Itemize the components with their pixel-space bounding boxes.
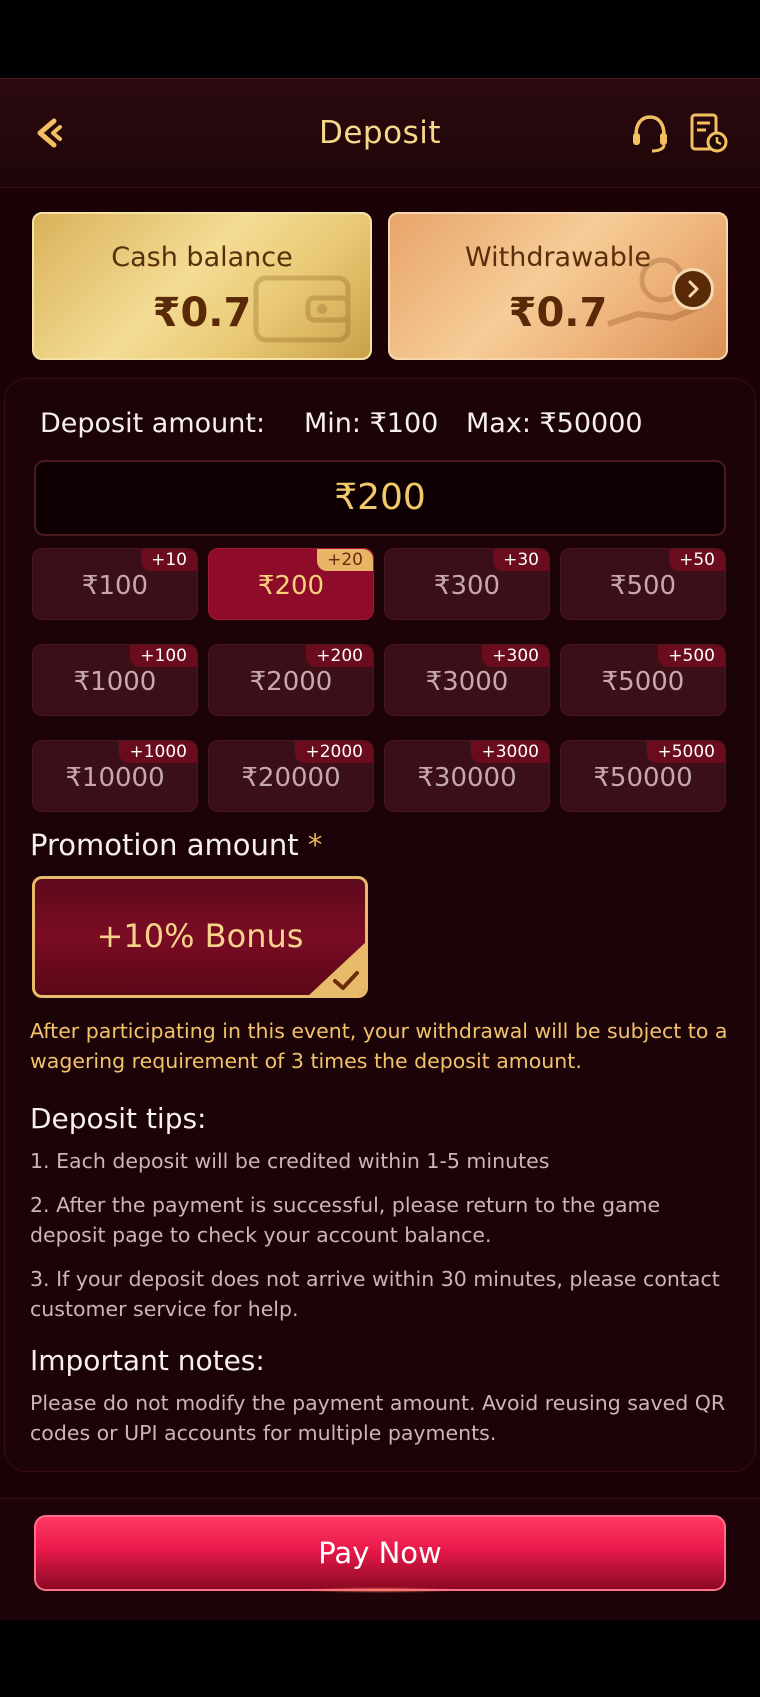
amount-option-bonus: +5000 (647, 741, 725, 763)
amount-option-bonus: +500 (658, 645, 725, 667)
amount-option-value: ₹5000 (601, 667, 685, 697)
amount-option[interactable]: +300 ₹3000 (384, 644, 550, 716)
cash-balance-label: Cash balance (111, 242, 293, 273)
deposit-tip-3: 3. If your deposit does not arrive withi… (30, 1267, 720, 1321)
header: Deposit (0, 78, 760, 188)
amount-option-value: ₹1000 (73, 667, 157, 697)
system-navigation-bar (0, 1620, 760, 1697)
amount-option[interactable]: +10 ₹100 (32, 548, 198, 620)
pay-now-button[interactable]: Pay Now (34, 1515, 726, 1591)
deposit-amount-label: Deposit amount: (40, 408, 266, 439)
required-mark: * (307, 828, 323, 862)
important-notes-title: Important notes: (30, 1344, 265, 1377)
amount-option-bonus: +20 (317, 549, 373, 571)
records-clock-icon (690, 113, 728, 153)
amount-option-bonus: +3000 (471, 741, 549, 763)
withdrawable-arrow-button[interactable] (672, 268, 714, 310)
amount-option-bonus: +200 (306, 645, 373, 667)
pay-button-glow (300, 1587, 460, 1593)
customer-service-button[interactable] (628, 111, 672, 155)
amount-option-bonus: +100 (130, 645, 197, 667)
deposit-screen: Deposit Cash balance ₹0.7 Withdrawable ₹… (0, 78, 760, 1620)
amount-option-value: ₹2000 (249, 667, 333, 697)
amount-option-value: ₹20000 (241, 763, 341, 793)
deposit-amount-input[interactable]: ₹200 (34, 460, 726, 536)
amount-option-bonus: +50 (669, 549, 725, 571)
withdrawable-card[interactable]: Withdrawable ₹0.7 (388, 212, 728, 360)
status-bar (0, 0, 760, 78)
promotion-title-text: Promotion amount (30, 828, 299, 862)
check-corner-icon (309, 942, 365, 995)
amount-option[interactable]: +5000 ₹50000 (560, 740, 726, 812)
amount-option[interactable]: +30 ₹300 (384, 548, 550, 620)
amount-option[interactable]: +20 ₹200 (208, 548, 374, 620)
amount-option-value: ₹3000 (425, 667, 509, 697)
cash-balance-card: Cash balance ₹0.7 (32, 212, 372, 360)
important-notes-text: Please do not modify the payment amount.… (30, 1391, 726, 1445)
amount-option[interactable]: +200 ₹2000 (208, 644, 374, 716)
chevron-right-icon (688, 280, 699, 298)
amount-option-value: ₹30000 (417, 763, 517, 793)
amount-option-bonus: +300 (482, 645, 549, 667)
deposit-tips-title: Deposit tips: (30, 1102, 207, 1135)
amount-option[interactable]: +100 ₹1000 (32, 644, 198, 716)
amount-option[interactable]: +1000 ₹10000 (32, 740, 198, 812)
bottom-action-bar: Pay Now (0, 1498, 760, 1620)
amount-option-value: ₹10000 (65, 763, 165, 793)
amount-option-value: ₹300 (433, 571, 501, 601)
promotion-title: Promotion amount * (30, 828, 322, 862)
amount-option[interactable]: +500 ₹5000 (560, 644, 726, 716)
deposit-max: Max: ₹50000 (466, 408, 643, 439)
amount-option-value: ₹200 (257, 571, 325, 601)
amount-option-value: ₹500 (609, 571, 677, 601)
deposit-tip-1: 1. Each deposit will be credited within … (30, 1149, 550, 1173)
amount-option[interactable]: +3000 ₹30000 (384, 740, 550, 812)
deposit-tip-2: 2. After the payment is successful, plea… (30, 1193, 661, 1247)
withdrawable-label: Withdrawable (465, 242, 651, 273)
promotion-option-bonus[interactable]: +10% Bonus (32, 876, 368, 998)
amount-option-value: ₹100 (81, 571, 149, 601)
amount-option-bonus: +1000 (119, 741, 197, 763)
amount-option[interactable]: +50 ₹500 (560, 548, 726, 620)
deposit-records-button[interactable] (686, 111, 730, 155)
amount-option-bonus: +10 (141, 549, 197, 571)
amount-option-bonus: +30 (493, 549, 549, 571)
deposit-min: Min: ₹100 (304, 408, 439, 439)
headset-icon (633, 115, 667, 153)
promotion-note: After participating in this event, your … (30, 1019, 728, 1073)
amount-option-value: ₹50000 (593, 763, 693, 793)
amount-option[interactable]: +2000 ₹20000 (208, 740, 374, 812)
amount-option-bonus: +2000 (295, 741, 373, 763)
cash-balance-value: ₹0.7 (152, 290, 252, 336)
